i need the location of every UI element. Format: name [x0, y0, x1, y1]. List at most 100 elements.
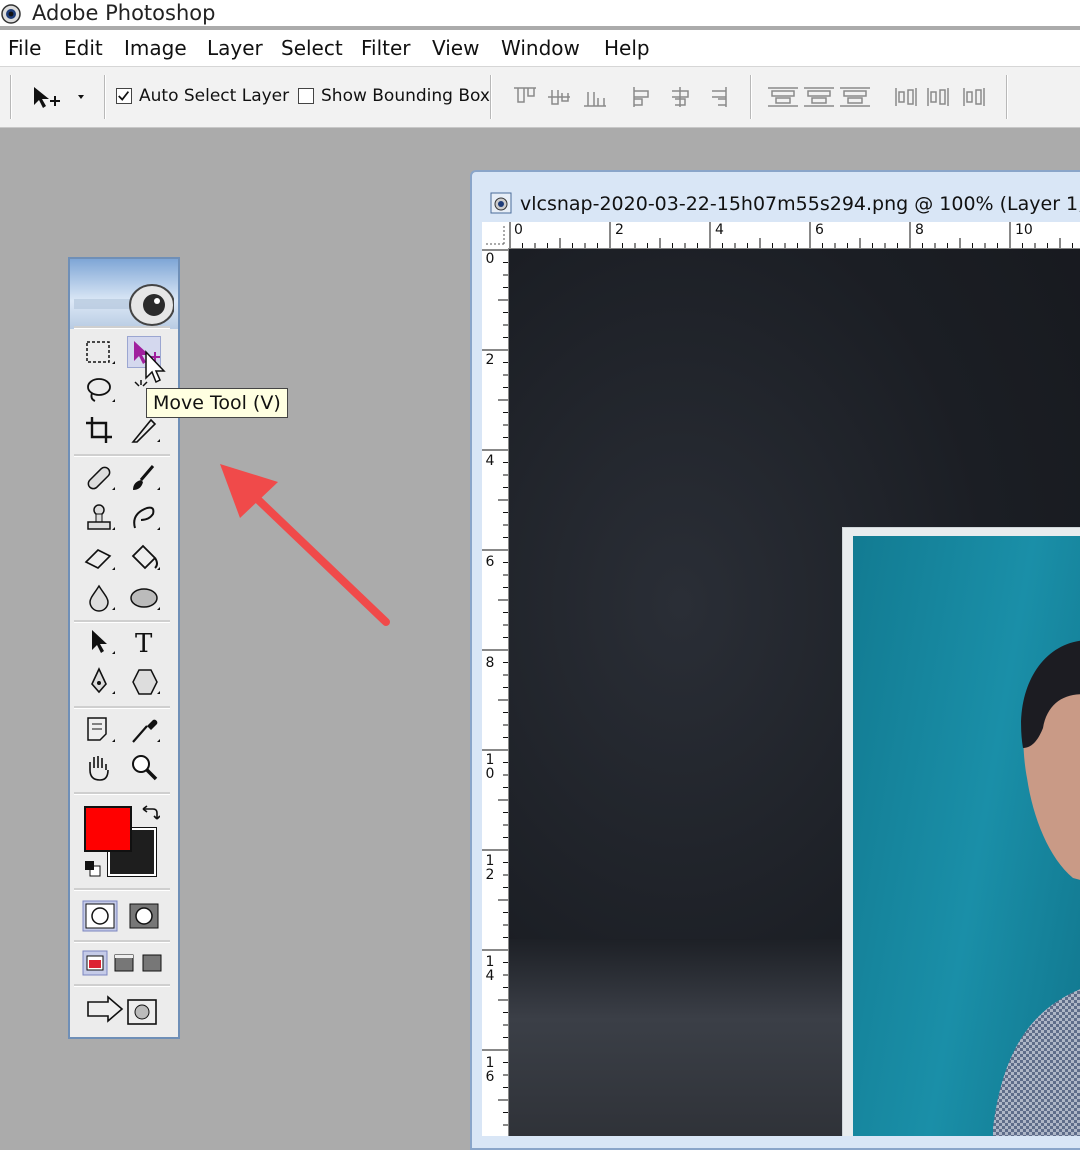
- menu-window[interactable]: Window: [501, 30, 580, 66]
- ruler-v-label: 6: [485, 554, 495, 570]
- ruler-h-label: 10: [1015, 222, 1033, 238]
- bandage-icon: [87, 466, 115, 490]
- ruler-h-label: 0: [514, 222, 523, 238]
- lasso-icon: [87, 378, 115, 402]
- options-separator: [104, 75, 106, 119]
- rectangular-marquee-icon: [86, 341, 115, 364]
- horizontal-ruler[interactable]: 0 2 4 6 8 10: [508, 222, 1080, 249]
- svg-text:T: T: [135, 629, 153, 658]
- slice-knife-icon: [131, 418, 160, 443]
- eraser-tool[interactable]: [82, 542, 116, 574]
- passport-photo: [842, 527, 1080, 1136]
- lasso-tool[interactable]: [82, 374, 116, 406]
- full-screen-mode-icon[interactable]: [140, 950, 164, 976]
- notes-icon: [87, 717, 115, 742]
- app-title: Adobe Photoshop: [32, 1, 216, 25]
- polygon-icon: [132, 669, 160, 695]
- menu-help[interactable]: Help: [604, 30, 650, 66]
- marquee-tool[interactable]: [82, 336, 116, 368]
- clone-stamp-tool[interactable]: [82, 502, 116, 534]
- menu-layer[interactable]: Layer: [207, 30, 263, 66]
- notes-tool[interactable]: [82, 714, 116, 746]
- menu-filter[interactable]: Filter: [361, 30, 411, 66]
- menu-file[interactable]: File: [8, 30, 41, 66]
- menu-bar: File Edit Image Layer Select Filter View…: [0, 30, 1080, 66]
- toolbox-header[interactable]: [70, 259, 178, 329]
- document-title: vlcsnap-2020-03-22-15h07m55s294.png @ 10…: [520, 193, 1080, 215]
- ruler-h-label: 8: [915, 222, 924, 238]
- blur-tool[interactable]: [82, 582, 116, 614]
- menu-view[interactable]: View: [432, 30, 479, 66]
- tooltip: Move Tool (V): [146, 388, 288, 418]
- quick-mask-icon[interactable]: [126, 900, 162, 932]
- person-figure: [993, 640, 1080, 1136]
- standard-screen-mode-icon[interactable]: [82, 950, 108, 976]
- ruler-v-label: 12: [485, 853, 495, 883]
- paint-bucket-icon: [131, 544, 160, 570]
- ruler-v-label: 16: [485, 1055, 495, 1085]
- toolbox-separator: [74, 326, 170, 329]
- history-brush-tool[interactable]: [127, 502, 161, 534]
- foreground-color-swatch[interactable]: [84, 806, 132, 852]
- eyedropper-icon: [132, 719, 160, 743]
- magnifier-icon: [132, 755, 158, 781]
- ruler-v-label: 4: [485, 453, 495, 469]
- photoshop-eye-icon: [1, 4, 21, 24]
- pen-tool[interactable]: [82, 666, 116, 698]
- document-icon: [490, 192, 512, 214]
- auto-select-label: Auto Select Layer: [139, 86, 290, 106]
- auto-select-checkbox[interactable]: [116, 88, 132, 104]
- path-selection-tool[interactable]: [82, 626, 116, 658]
- move-tool-preset-icon[interactable]: [30, 83, 94, 111]
- full-screen-menu-icon[interactable]: [112, 950, 136, 976]
- toolbox-separator: [74, 620, 170, 623]
- ruler-v-label: 8: [485, 655, 495, 671]
- eraser-icon: [84, 549, 115, 570]
- toolbox-separator: [74, 940, 170, 943]
- shape-tool[interactable]: [127, 666, 161, 698]
- image-canvas[interactable]: [509, 249, 1080, 1136]
- slice-tool[interactable]: [127, 414, 161, 446]
- ruler-origin-icon: [486, 226, 505, 245]
- align-buttons-icon[interactable]: [510, 85, 730, 109]
- hand-tool[interactable]: [82, 752, 116, 784]
- distribute-buttons-icon[interactable]: [766, 85, 990, 109]
- toolbox-separator: [74, 454, 170, 457]
- ruler-ticks-icon: [482, 249, 508, 1126]
- menu-image[interactable]: Image: [124, 30, 187, 66]
- ruler-v-label: 0: [485, 251, 495, 267]
- standard-mode-icon[interactable]: [82, 900, 118, 932]
- options-grip: [10, 75, 12, 119]
- ruler-v-label: 14: [485, 954, 495, 984]
- ruler-origin[interactable]: [482, 222, 508, 248]
- menu-select[interactable]: Select: [281, 30, 343, 66]
- jump-to-imageready-icon[interactable]: [84, 994, 164, 1028]
- ruler-v-label: 10: [485, 752, 495, 782]
- paint-bucket-tool[interactable]: [127, 542, 161, 574]
- ruler-ticks-icon: [509, 222, 1073, 248]
- default-colors-icon[interactable]: [84, 860, 102, 878]
- toolbox-separator: [74, 888, 170, 891]
- healing-brush-tool[interactable]: [82, 462, 116, 494]
- type-tool[interactable]: T: [127, 626, 161, 659]
- toolbox-separator: [74, 984, 170, 987]
- menu-edit[interactable]: Edit: [64, 30, 103, 66]
- zoom-tool[interactable]: [127, 752, 161, 784]
- swap-colors-icon[interactable]: [140, 804, 160, 822]
- dodge-tool[interactable]: [127, 582, 161, 614]
- vertical-ruler[interactable]: 0 2 4 6 8 10 12 14 16: [482, 248, 509, 1136]
- history-brush-icon: [133, 506, 160, 530]
- eyedropper-tool[interactable]: [127, 714, 161, 746]
- crop-icon: [86, 417, 112, 443]
- toolbox-separator: [74, 792, 170, 795]
- brush-tool[interactable]: [127, 462, 161, 494]
- water-drop-icon: [89, 584, 115, 612]
- sponge-icon: [130, 588, 160, 610]
- paintbrush-icon: [133, 465, 160, 490]
- show-bounding-box-checkbox[interactable]: [298, 88, 314, 104]
- ruler-v-label: 2: [485, 352, 495, 368]
- options-bar: Auto Select Layer Show Bounding Box: [0, 66, 1080, 128]
- show-bounding-box-label: Show Bounding Box: [321, 86, 490, 106]
- options-separator: [750, 75, 752, 119]
- crop-tool[interactable]: [82, 414, 116, 446]
